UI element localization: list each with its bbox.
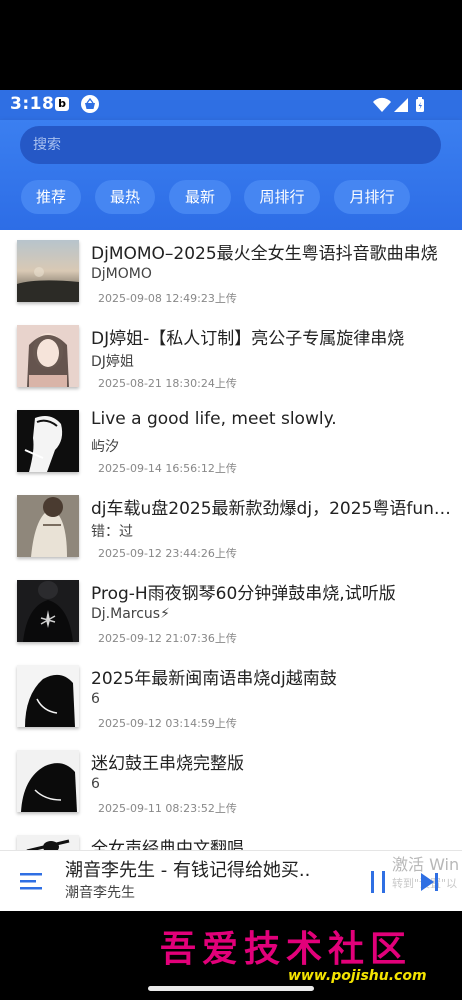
pause-icon[interactable] bbox=[369, 870, 389, 898]
tab-monthly-ranking[interactable]: 月排行 bbox=[334, 180, 410, 214]
song-upload-date: 2025-09-11 08:23:52上传 bbox=[98, 802, 237, 815]
signal-icon bbox=[394, 98, 408, 112]
song-upload-date: 2025-09-12 03:14:59上传 bbox=[98, 717, 237, 730]
mini-player[interactable]: 潮音李先生 - 有钱记得给她买.. 潮音李先生 激活 Win 转到"设置"以 bbox=[0, 850, 462, 911]
song-title: dj车载u盘2025最新款劲爆dj，2025粤语funky bbox=[91, 499, 451, 519]
tab-weekly-ranking[interactable]: 周排行 bbox=[244, 180, 320, 214]
song-item[interactable]: Live a good life, meet slowly. 屿汐 2025-0… bbox=[0, 400, 462, 485]
song-artist: 屿汐 bbox=[91, 439, 119, 455]
song-artist: DjMOMO bbox=[91, 266, 152, 282]
song-upload-date: 2025-09-08 12:49:23上传 bbox=[98, 292, 237, 305]
song-artist: Dj.Marcus⚡ bbox=[91, 606, 170, 622]
song-artist: 6 bbox=[91, 776, 100, 792]
header: 搜索 推荐 最热 最新 周排行 月排行 bbox=[0, 120, 462, 230]
song-artist: 6 bbox=[91, 691, 100, 707]
next-track-icon[interactable] bbox=[420, 872, 440, 896]
song-cover bbox=[17, 665, 79, 727]
song-cover bbox=[17, 835, 79, 850]
song-upload-date: 2025-09-12 21:07:36上传 bbox=[98, 632, 237, 645]
song-item[interactable]: Prog-H雨夜钢琴60分钟弹鼓串烧,试听版 Dj.Marcus⚡ 2025-0… bbox=[0, 570, 462, 655]
song-title: Live a good life, meet slowly. bbox=[91, 409, 337, 429]
wifi-icon bbox=[373, 97, 391, 112]
song-cover bbox=[17, 580, 79, 642]
song-upload-date: 2025-09-14 16:56:12上传 bbox=[98, 462, 237, 475]
playlist-icon[interactable] bbox=[20, 871, 44, 895]
song-item[interactable]: DjMOMO–2025最火全女生粤语抖音歌曲串烧 DjMOMO 2025-09-… bbox=[0, 230, 462, 315]
search-input[interactable]: 搜索 bbox=[20, 126, 441, 164]
song-cover bbox=[17, 240, 79, 302]
song-title: DjMOMO–2025最火全女生粤语抖音歌曲串烧 bbox=[91, 244, 438, 264]
forum-watermark-url: www.pojishu.com bbox=[288, 968, 427, 984]
song-title: 2025年最新闽南语串烧dj越南鼓 bbox=[91, 669, 337, 689]
song-item[interactable]: 全女声经典中文翻唱 bbox=[0, 825, 462, 850]
song-cover bbox=[17, 325, 79, 387]
battery-icon bbox=[416, 97, 424, 112]
tab-hottest[interactable]: 最热 bbox=[95, 180, 155, 214]
home-gesture-bar[interactable] bbox=[148, 986, 314, 991]
song-title: DJ婷姐-【私人订制】亮公子专属旋律串烧 bbox=[91, 329, 405, 349]
song-artist: 错：过 bbox=[91, 524, 133, 540]
song-list: DjMOMO–2025最火全女生粤语抖音歌曲串烧 DjMOMO 2025-09-… bbox=[0, 230, 462, 850]
tab-recommended[interactable]: 推荐 bbox=[21, 180, 81, 214]
player-artist: 潮音李先生 bbox=[65, 885, 135, 901]
song-item[interactable]: DJ婷姐-【私人订制】亮公子专属旋律串烧 DJ婷姐 2025-08-21 18:… bbox=[0, 315, 462, 400]
song-cover bbox=[17, 495, 79, 557]
song-artist: DJ婷姐 bbox=[91, 354, 134, 370]
notification-app-icon: b bbox=[55, 97, 69, 111]
song-cover bbox=[17, 750, 79, 812]
song-upload-date: 2025-09-12 23:44:26上传 bbox=[98, 547, 237, 560]
status-bar: 3:18 b bbox=[0, 90, 462, 120]
song-item[interactable]: 2025年最新闽南语串烧dj越南鼓 6 2025-09-12 03:14:59上… bbox=[0, 655, 462, 740]
status-indicators bbox=[372, 96, 428, 118]
status-time: 3:18 bbox=[10, 94, 55, 114]
song-item[interactable]: dj车载u盘2025最新款劲爆dj，2025粤语funky 错：过 2025-0… bbox=[0, 485, 462, 570]
song-title: 迷幻鼓王串烧完整版 bbox=[91, 754, 244, 774]
tab-newest[interactable]: 最新 bbox=[169, 180, 231, 214]
notification-basket-icon bbox=[81, 95, 99, 113]
song-title: 全女声经典中文翻唱 bbox=[91, 839, 244, 850]
song-item[interactable]: 迷幻鼓王串烧完整版 6 2025-09-11 08:23:52上传 bbox=[0, 740, 462, 825]
song-cover bbox=[17, 410, 79, 472]
song-upload-date: 2025-08-21 18:30:24上传 bbox=[98, 377, 237, 390]
song-title: Prog-H雨夜钢琴60分钟弹鼓串烧,试听版 bbox=[91, 584, 396, 604]
player-song-title: 潮音李先生 - 有钱记得给她买.. bbox=[65, 860, 311, 881]
forum-watermark-logo: 吾爱技术社区 bbox=[160, 928, 413, 970]
